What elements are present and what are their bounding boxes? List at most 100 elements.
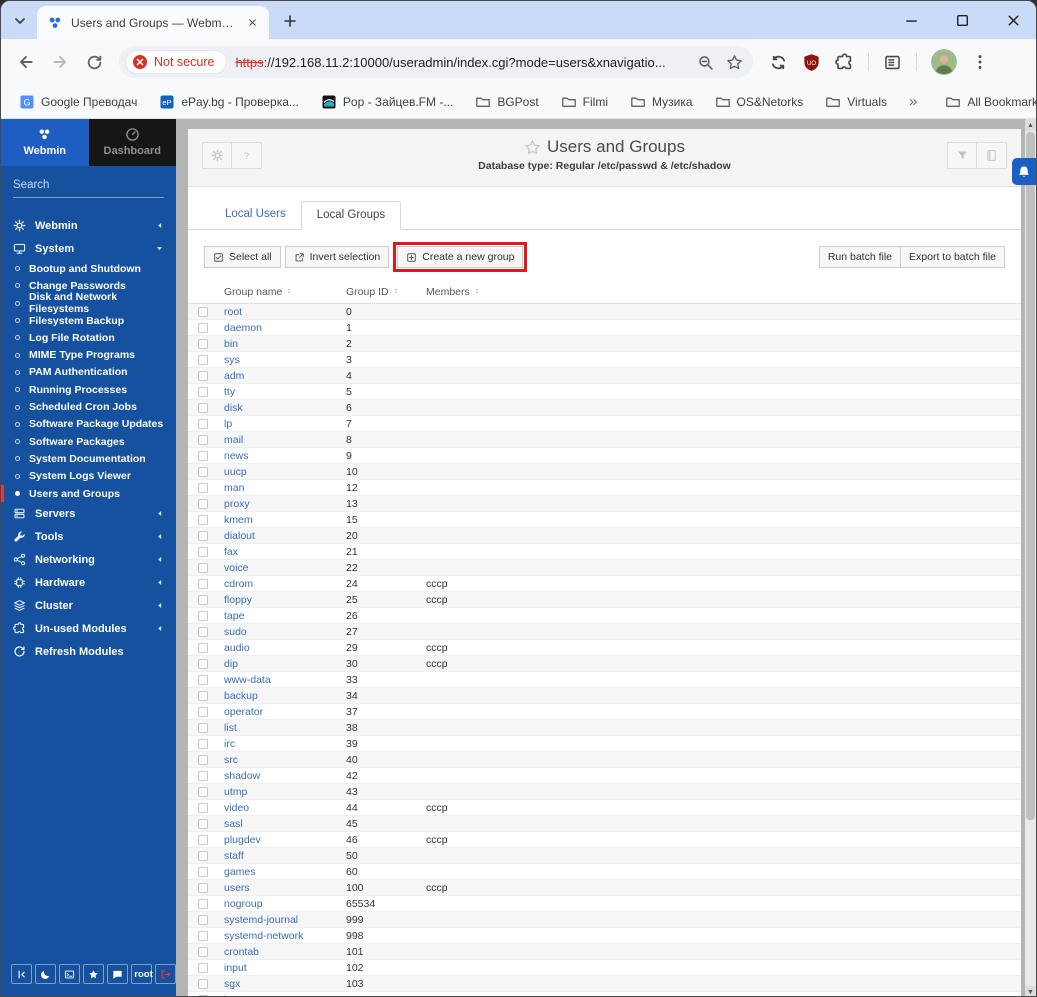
- reload-button[interactable]: [79, 47, 109, 77]
- row-checkbox[interactable]: [198, 818, 208, 829]
- bookmarks-overflow-chevron[interactable]: »: [901, 93, 925, 110]
- module-docs-button[interactable]: [977, 142, 1007, 169]
- tab-search-button[interactable]: [7, 8, 33, 34]
- feedback-button[interactable]: [107, 964, 128, 984]
- sidebar-item-running-processes[interactable]: Running Processes: [1, 381, 176, 398]
- notifications-tab[interactable]: [1012, 158, 1036, 185]
- sync-extension-icon[interactable]: [769, 53, 788, 72]
- group-name-link[interactable]: uucp: [224, 466, 247, 478]
- row-checkbox[interactable]: [198, 434, 208, 445]
- group-name-link[interactable]: utmp: [224, 786, 247, 798]
- export-batch-file-button[interactable]: Export to batch file: [901, 246, 1005, 268]
- forward-button[interactable]: [45, 47, 75, 77]
- night-mode-button[interactable]: [35, 964, 56, 984]
- bookmark-epay-bg[interactable]: eP ePay.bg - Проверка...: [151, 90, 307, 114]
- group-name-link[interactable]: tty: [224, 386, 235, 398]
- group-name-link[interactable]: news: [224, 450, 249, 462]
- help-button[interactable]: ?: [232, 142, 262, 169]
- group-name-link[interactable]: proxy: [224, 498, 250, 510]
- group-name-link[interactable]: lp: [224, 418, 232, 430]
- row-checkbox[interactable]: [198, 706, 208, 717]
- sidebar-search-input[interactable]: [13, 179, 167, 191]
- group-name-link[interactable]: backup: [224, 690, 258, 702]
- back-button[interactable]: [11, 47, 41, 77]
- group-name-link[interactable]: irc: [224, 738, 235, 750]
- row-checkbox[interactable]: [198, 690, 208, 701]
- row-checkbox[interactable]: [198, 930, 208, 941]
- tab-local-groups[interactable]: Local Groups: [300, 201, 402, 230]
- sidebar-category-webmin[interactable]: Webmin: [1, 214, 176, 237]
- row-checkbox[interactable]: [198, 498, 208, 509]
- group-name-link[interactable]: adm: [224, 370, 244, 382]
- sidebar-category-system[interactable]: System: [1, 237, 176, 260]
- row-checkbox[interactable]: [198, 594, 208, 605]
- sidebar-item-filesystem-backup[interactable]: Filesystem Backup: [1, 312, 176, 329]
- row-checkbox[interactable]: [198, 418, 208, 429]
- zoom-out-icon[interactable]: [697, 54, 714, 71]
- page-scrollbar[interactable]: ▲ ▼: [1025, 119, 1036, 996]
- row-checkbox[interactable]: [198, 338, 208, 349]
- group-name-link[interactable]: kmem: [224, 514, 253, 526]
- logout-button[interactable]: [155, 964, 176, 984]
- logged-user-button[interactable]: root: [131, 964, 153, 984]
- group-name-link[interactable]: staff: [224, 850, 244, 862]
- close-window-button[interactable]: [1005, 12, 1022, 29]
- row-checkbox[interactable]: [198, 482, 208, 493]
- row-checkbox[interactable]: [198, 962, 208, 973]
- profile-avatar[interactable]: [931, 49, 957, 75]
- bookmark-os-netorks[interactable]: OS&Netorks: [707, 90, 812, 114]
- module-config-button[interactable]: [202, 142, 232, 169]
- group-name-link[interactable]: dialout: [224, 530, 255, 542]
- sidebar-item-mime-type-programs[interactable]: MIME Type Programs: [1, 346, 176, 363]
- sidebar-tab-dashboard[interactable]: Dashboard: [88, 119, 176, 166]
- group-name-link[interactable]: list: [224, 722, 237, 734]
- row-checkbox[interactable]: [198, 370, 208, 381]
- group-name-link[interactable]: fax: [224, 546, 238, 558]
- group-name-link[interactable]: systemd-network: [224, 930, 303, 942]
- invert-selection-button[interactable]: Invert selection: [284, 246, 390, 268]
- collapse-sidebar-button[interactable]: [11, 964, 32, 984]
- row-checkbox[interactable]: [198, 322, 208, 333]
- group-name-link[interactable]: shadow: [224, 770, 260, 782]
- row-checkbox[interactable]: [198, 914, 208, 925]
- reading-list-icon[interactable]: [883, 53, 902, 72]
- row-checkbox[interactable]: [198, 466, 208, 477]
- tab-close-button[interactable]: [244, 14, 261, 31]
- group-name-link[interactable]: www-data: [224, 674, 271, 686]
- row-checkbox[interactable]: [198, 610, 208, 621]
- row-checkbox[interactable]: [198, 882, 208, 893]
- row-checkbox[interactable]: [198, 786, 208, 797]
- sidebar-category-tools[interactable]: Tools: [1, 525, 176, 548]
- browser-tab[interactable]: Users and Groups — Webmin 2: [37, 6, 269, 39]
- sidebar-item-bootup-and-shutdown[interactable]: Bootup and Shutdown: [1, 260, 176, 277]
- sidebar-category-servers[interactable]: Servers: [1, 502, 176, 525]
- row-checkbox[interactable]: [198, 658, 208, 669]
- all-bookmarks-button[interactable]: All Bookmarks: [937, 90, 1036, 114]
- column-group-id[interactable]: Group ID: [344, 282, 424, 304]
- group-name-link[interactable]: kvm: [224, 994, 243, 997]
- group-name-link[interactable]: floppy: [224, 594, 252, 606]
- row-checkbox[interactable]: [198, 306, 208, 317]
- row-checkbox[interactable]: [198, 674, 208, 685]
- column-group-name[interactable]: Group name: [222, 282, 344, 304]
- group-name-link[interactable]: disk: [224, 402, 243, 414]
- sidebar-category-un-used-modules[interactable]: Un-used Modules: [1, 617, 176, 640]
- group-name-link[interactable]: sasl: [224, 818, 243, 830]
- run-batch-file-button[interactable]: Run batch file: [818, 246, 902, 268]
- row-checkbox[interactable]: [198, 530, 208, 541]
- row-checkbox[interactable]: [198, 754, 208, 765]
- row-checkbox[interactable]: [198, 834, 208, 845]
- address-bar[interactable]: Not secure https://192.168.11.2:10000/us…: [119, 46, 753, 78]
- group-name-link[interactable]: man: [224, 482, 244, 494]
- new-tab-button[interactable]: [277, 8, 303, 34]
- row-checkbox[interactable]: [198, 722, 208, 733]
- group-name-link[interactable]: voice: [224, 562, 249, 574]
- tab-local-users[interactable]: Local Users: [210, 201, 301, 229]
- group-name-link[interactable]: plugdev: [224, 834, 261, 846]
- create-new-group-button[interactable]: Create a new group: [397, 246, 524, 268]
- group-name-link[interactable]: dip: [224, 658, 238, 670]
- group-name-link[interactable]: operator: [224, 706, 263, 718]
- row-checkbox[interactable]: [198, 978, 208, 989]
- row-checkbox[interactable]: [198, 642, 208, 653]
- group-name-link[interactable]: audio: [224, 642, 250, 654]
